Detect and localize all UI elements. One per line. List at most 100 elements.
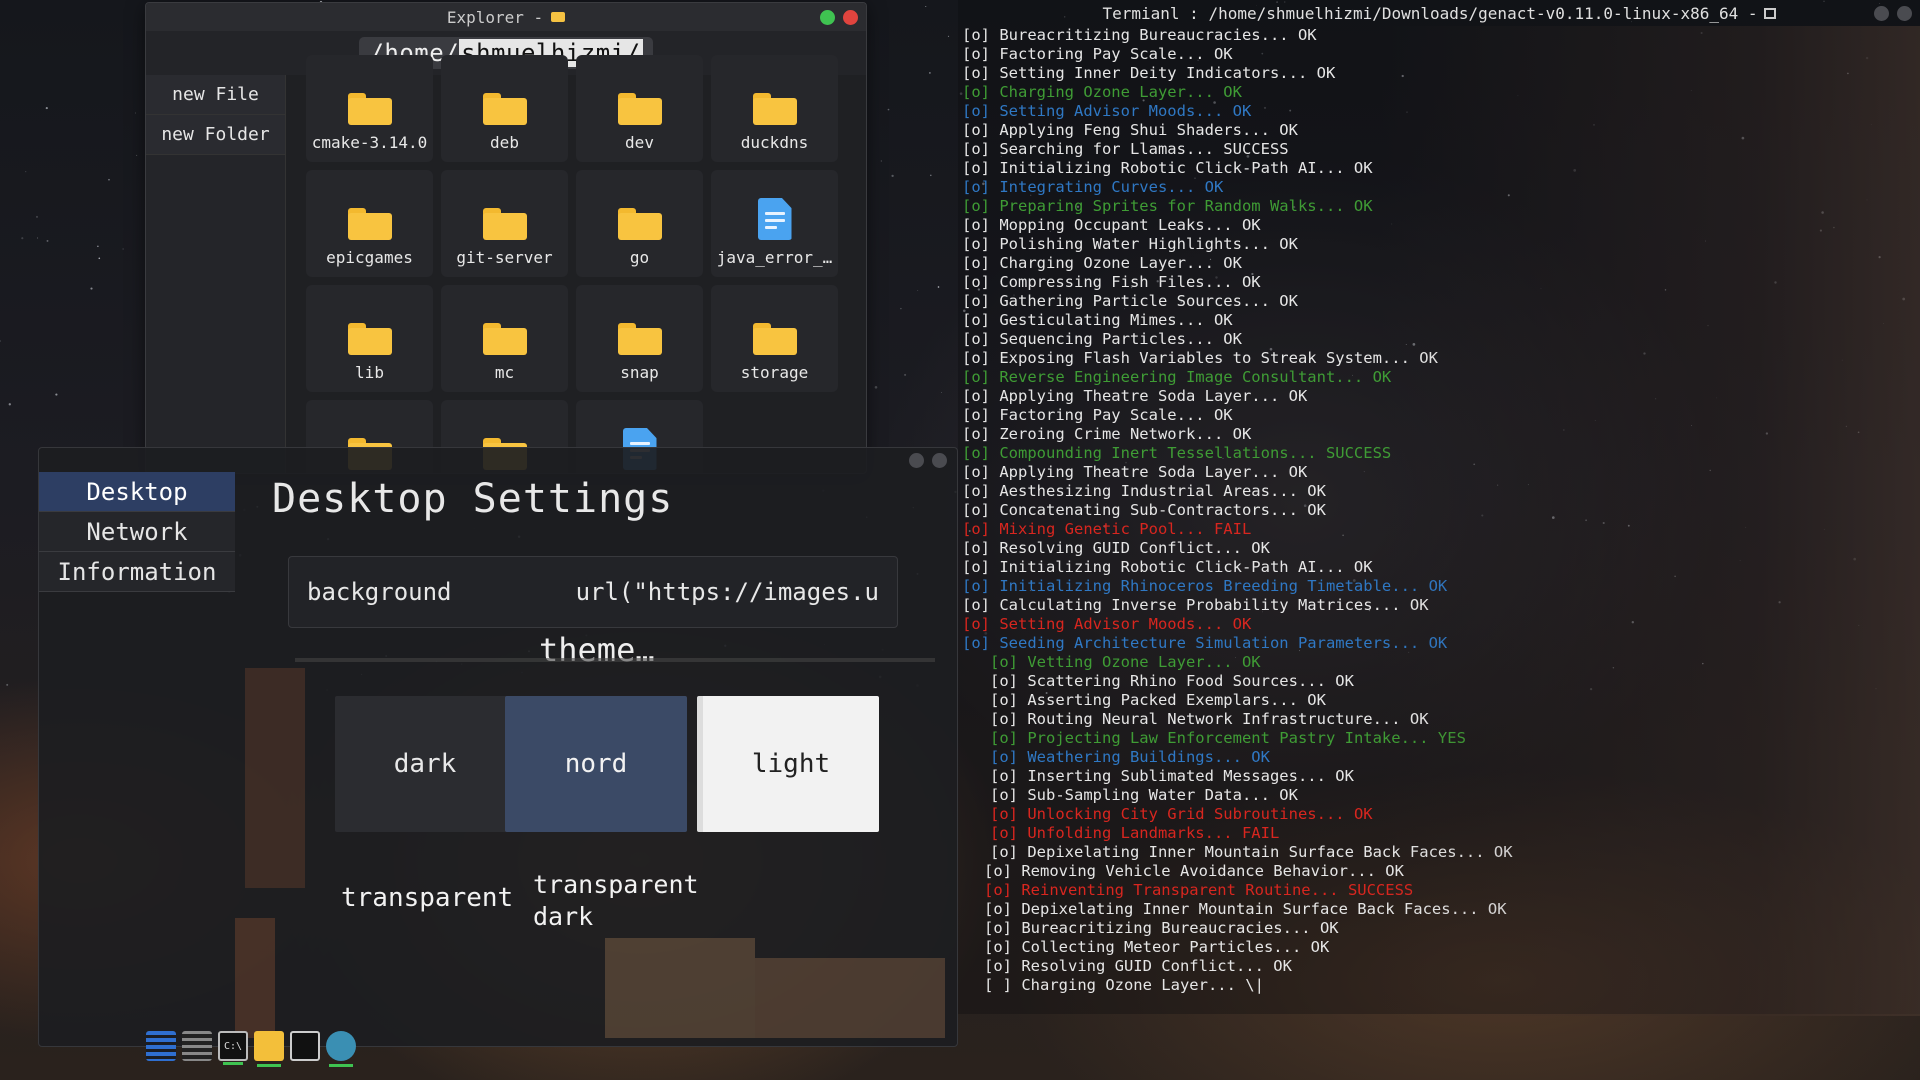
folder-icon (347, 93, 392, 125)
file-item[interactable]: mc (441, 285, 568, 392)
terminal-line: [o] Resolving GUID Conflict... OK (962, 539, 1270, 557)
file-item[interactable]: dev (576, 55, 703, 162)
page-title: Desktop Settings (272, 476, 674, 522)
folder-icon (482, 323, 527, 355)
terminal-line: [o] Unlocking City Grid Subroutines... O… (990, 805, 1373, 823)
settings-window: Desktop Network Information Desktop Sett… (38, 447, 958, 1047)
close-button[interactable] (843, 10, 858, 25)
folder-icon (617, 323, 662, 355)
explorer-titlebar[interactable]: Explorer - (146, 3, 866, 31)
terminal-line: [o] Sequencing Particles... OK (962, 330, 1242, 348)
theme-transparent-dark-line1: transparent (533, 870, 699, 899)
terminal-line: [o] Scattering Rhino Food Sources... OK (990, 672, 1354, 690)
file-name: git-server (456, 248, 553, 267)
file-item[interactable]: cmake-3.14.0 (306, 55, 433, 162)
terminal-line: [o] Applying Theatre Soda Layer... OK (962, 463, 1308, 481)
terminal-line: [o] Inserting Sublimated Messages... OK (990, 767, 1354, 785)
nav-item-network[interactable]: Network (39, 512, 235, 552)
theme-transparent-dark-line2: dark (533, 902, 594, 931)
terminal-line: [o] Compressing Fish Files... OK (962, 273, 1261, 291)
terminal-line: [o] Projecting Law Enforcement Pastry In… (990, 729, 1466, 747)
nav-item-desktop[interactable]: Desktop (39, 472, 235, 512)
file-item[interactable]: go (576, 170, 703, 277)
new-folder-button[interactable]: new Folder (146, 115, 285, 155)
terminal-line: [o] Reverse Engineering Image Consultant… (962, 368, 1392, 386)
explorer-window: Explorer - /home/shmuelhizmi/ new File n… (145, 2, 867, 474)
taskbar: C:\ (140, 1024, 390, 1068)
file-item[interactable]: duckdns (711, 55, 838, 162)
terminal-line: [o] Aesthesizing Industrial Areas... OK (962, 482, 1326, 500)
theme-nord-button[interactable]: nord (505, 696, 687, 832)
explorer-sidebar: new File new Folder (146, 75, 286, 473)
terminal-line: [o] Mixing Genetic Pool... FAIL (962, 520, 1252, 538)
terminal-line: [o] Setting Advisor Moods... OK (962, 102, 1252, 120)
theme-dark-button[interactable]: dark (335, 696, 515, 832)
terminal-line: [o] Collecting Meteor Particles... OK (984, 938, 1330, 956)
explorer-title: Explorer - (446, 7, 544, 27)
file-name: storage (740, 363, 809, 382)
file-item[interactable]: java_error_… (711, 170, 838, 277)
window-icon (1763, 7, 1776, 19)
maximize-button[interactable] (820, 10, 835, 25)
terminal-line: [o] Compounding Inert Tessellations... S… (962, 444, 1392, 462)
file-name: java_error_… (716, 248, 833, 267)
file-item[interactable]: storage (711, 285, 838, 392)
file-item[interactable]: snap (576, 285, 703, 392)
folder-icon (347, 323, 392, 355)
terminal-line: [o] Charging Ozone Layer... OK (962, 254, 1242, 272)
folder-icon (752, 93, 797, 125)
terminal-titlebar[interactable]: Termianl : /home/shmuelhizmi/Downloads/g… (958, 0, 1920, 26)
terminal-line: [o] Unfolding Landmarks... FAIL (990, 824, 1280, 842)
file-item[interactable]: lib (306, 285, 433, 392)
maximize-button[interactable] (1874, 6, 1889, 21)
file-icon (757, 198, 792, 240)
file-item[interactable]: epicgames (306, 170, 433, 277)
close-button[interactable] (1897, 6, 1912, 21)
theme-transparent-button[interactable]: transparent (311, 853, 513, 943)
folder-icon (551, 12, 566, 22)
settings-nav: Desktop Network Information (39, 472, 235, 592)
terminal-line: [o] Preparing Sprites for Random Walks..… (962, 197, 1373, 215)
file-name: dev (625, 133, 654, 152)
terminal-title: Termianl : /home/shmuelhizmi/Downloads/g… (1102, 3, 1758, 23)
terminal-output[interactable]: [o] Bureacritizing Bureaucracies... OK [o… (958, 26, 1920, 995)
file-item[interactable]: deb (441, 55, 568, 162)
file-name: mc (494, 363, 515, 382)
terminal-line: [o] Concatenating Sub-Contractors... OK (962, 501, 1326, 519)
terminal-icon-label: C:\ (223, 1040, 243, 1052)
file-item[interactable]: git-server (441, 170, 568, 277)
terminal-line: [o] Resolving GUID Conflict... OK (984, 957, 1292, 975)
terminal-line: [o] Reinventing Transparent Routine... S… (984, 881, 1414, 899)
file-name: deb (490, 133, 519, 152)
terminal-line: [o] Seeding Architecture Simulation Para… (962, 634, 1448, 652)
terminal-window: Termianl : /home/shmuelhizmi/Downloads/g… (958, 0, 1920, 1016)
folder-icon (482, 208, 527, 240)
terminal-line: [o] Depixelating Inner Mountain Surface … (990, 843, 1513, 861)
window-icon[interactable] (290, 1031, 320, 1061)
theme-transparent-dark-button[interactable]: transparent dark (515, 846, 745, 956)
terminal-line: [o] Factoring Pay Scale... OK (962, 45, 1233, 63)
maximize-button[interactable] (909, 452, 924, 468)
folder-icon[interactable] (254, 1031, 284, 1067)
file-name: cmake-3.14.0 (311, 133, 428, 152)
terminal-line: [o] Polishing Water Highlights... OK (962, 235, 1298, 253)
theme-light-button[interactable]: light (697, 696, 879, 832)
list-icon[interactable] (146, 1031, 176, 1061)
terminal-line: [o] Asserting Packed Exemplars... OK (990, 691, 1326, 709)
terminal-icon[interactable]: C:\ (218, 1031, 248, 1065)
lines-icon[interactable] (182, 1031, 212, 1061)
terminal-line: [o] Zeroing Crime Network... OK (962, 425, 1252, 443)
file-name: duckdns (740, 133, 809, 152)
new-file-button[interactable]: new File (146, 75, 285, 115)
background-value[interactable]: url("https://images.u (576, 578, 879, 606)
nav-item-information[interactable]: Information (39, 552, 235, 592)
terminal-line: [o] Gathering Particle Sources... OK (962, 292, 1298, 310)
terminal-line: [o] Setting Advisor Moods... OK (962, 615, 1252, 633)
terminal-line: [o] Setting Inner Deity Indicators... OK (962, 64, 1336, 82)
background-setting-row[interactable]: background url("https://images.u (288, 556, 898, 628)
terminal-line: [o] Sub-Sampling Water Data... OK (990, 786, 1298, 804)
close-button[interactable] (932, 452, 947, 468)
terminal-line: [o] Bureacritizing Bureaucracies... OK (962, 26, 1317, 44)
settings-icon[interactable] (326, 1031, 356, 1067)
terminal-line: [o] Factoring Pay Scale... OK (962, 406, 1233, 424)
